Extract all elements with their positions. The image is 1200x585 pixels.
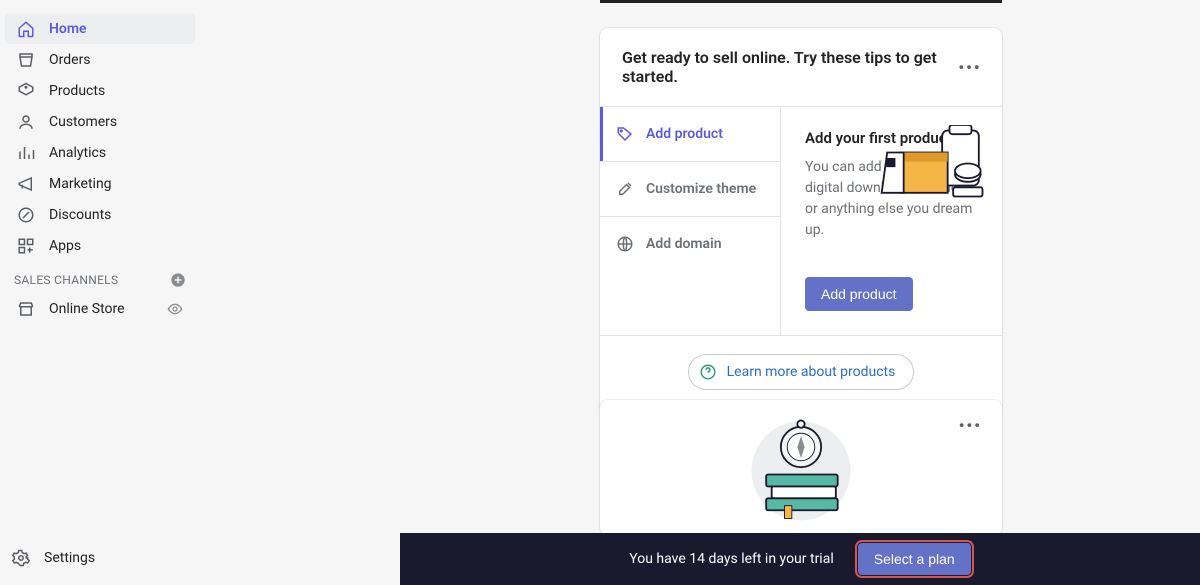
tips-card-header: Get ready to sell online. Try these tips…	[600, 28, 1002, 107]
products-icon	[17, 82, 35, 100]
store-icon	[17, 300, 35, 318]
tips-card: Get ready to sell online. Try these tips…	[600, 28, 1002, 412]
sidebar-item-orders[interactable]: Orders	[5, 45, 195, 75]
discounts-icon	[17, 206, 35, 224]
step-content: Add your first product You can add physi…	[781, 107, 1002, 335]
step-label: Add domain	[646, 236, 722, 252]
nav-label: Customers	[49, 114, 117, 130]
nav-label: Home	[49, 21, 87, 37]
globe-icon	[616, 235, 634, 253]
main-area: Get ready to sell online. Try these tips…	[200, 0, 1200, 585]
sidebar-item-home[interactable]: Home	[5, 14, 195, 44]
marketing-icon	[17, 175, 35, 193]
sidebar-item-products[interactable]: Products	[5, 76, 195, 106]
question-icon	[699, 363, 717, 381]
customers-icon	[17, 113, 35, 131]
more-icon[interactable]: •••	[960, 57, 980, 77]
books-compass-illustration	[746, 414, 856, 524]
top-divider	[600, 0, 1002, 3]
sidebar-item-marketing[interactable]: Marketing	[5, 169, 195, 199]
nav-label: Products	[49, 83, 105, 99]
trial-bar: You have 14 days left in your trial Sele…	[400, 533, 1200, 585]
tag-icon	[616, 125, 634, 143]
learn-more-label: Learn more about products	[727, 364, 896, 380]
analytics-icon	[17, 144, 35, 162]
step-label: Add product	[646, 126, 723, 142]
trial-message: You have 14 days left in your trial	[629, 551, 833, 567]
sidebar: Home Orders Products Customers Analytics	[0, 0, 200, 585]
step-add-product[interactable]: Add product	[600, 107, 780, 162]
sidebar-item-discounts[interactable]: Discounts	[5, 200, 195, 230]
secondary-card: •••	[600, 400, 1002, 535]
nav-label: Analytics	[49, 145, 106, 161]
tips-card-title: Get ready to sell online. Try these tips…	[622, 48, 960, 86]
channel-online-store[interactable]: Online Store	[5, 294, 195, 324]
home-icon	[17, 20, 35, 38]
nav-label: Orders	[49, 52, 91, 68]
sidebar-settings[interactable]: Settings	[0, 543, 200, 573]
settings-label: Settings	[44, 550, 95, 566]
step-label: Customize theme	[646, 181, 756, 197]
section-title: SALES CHANNELS	[14, 273, 118, 287]
apps-icon	[17, 237, 35, 255]
sidebar-item-customers[interactable]: Customers	[5, 107, 195, 137]
sales-channels-header: SALES CHANNELS	[0, 262, 200, 294]
add-product-button[interactable]: Add product	[805, 277, 913, 311]
learn-more-link[interactable]: Learn more about products	[688, 354, 915, 390]
nav-label: Discounts	[49, 207, 111, 223]
orders-icon	[17, 51, 35, 69]
add-channel-icon[interactable]	[170, 272, 186, 288]
eye-icon[interactable]	[167, 301, 183, 317]
select-plan-button[interactable]: Select a plan	[858, 543, 971, 575]
sidebar-item-apps[interactable]: Apps	[5, 231, 195, 261]
nav-label: Apps	[49, 238, 81, 254]
channel-label: Online Store	[49, 301, 125, 317]
product-illustration	[878, 125, 988, 203]
more-icon[interactable]: •••	[959, 416, 982, 435]
brush-icon	[616, 180, 634, 198]
sidebar-item-analytics[interactable]: Analytics	[5, 138, 195, 168]
step-list: Add product Customize theme Add domain	[600, 107, 781, 335]
gear-icon	[12, 549, 30, 567]
step-customize-theme[interactable]: Customize theme	[600, 162, 780, 217]
nav-label: Marketing	[49, 176, 112, 192]
step-add-domain[interactable]: Add domain	[600, 217, 780, 271]
